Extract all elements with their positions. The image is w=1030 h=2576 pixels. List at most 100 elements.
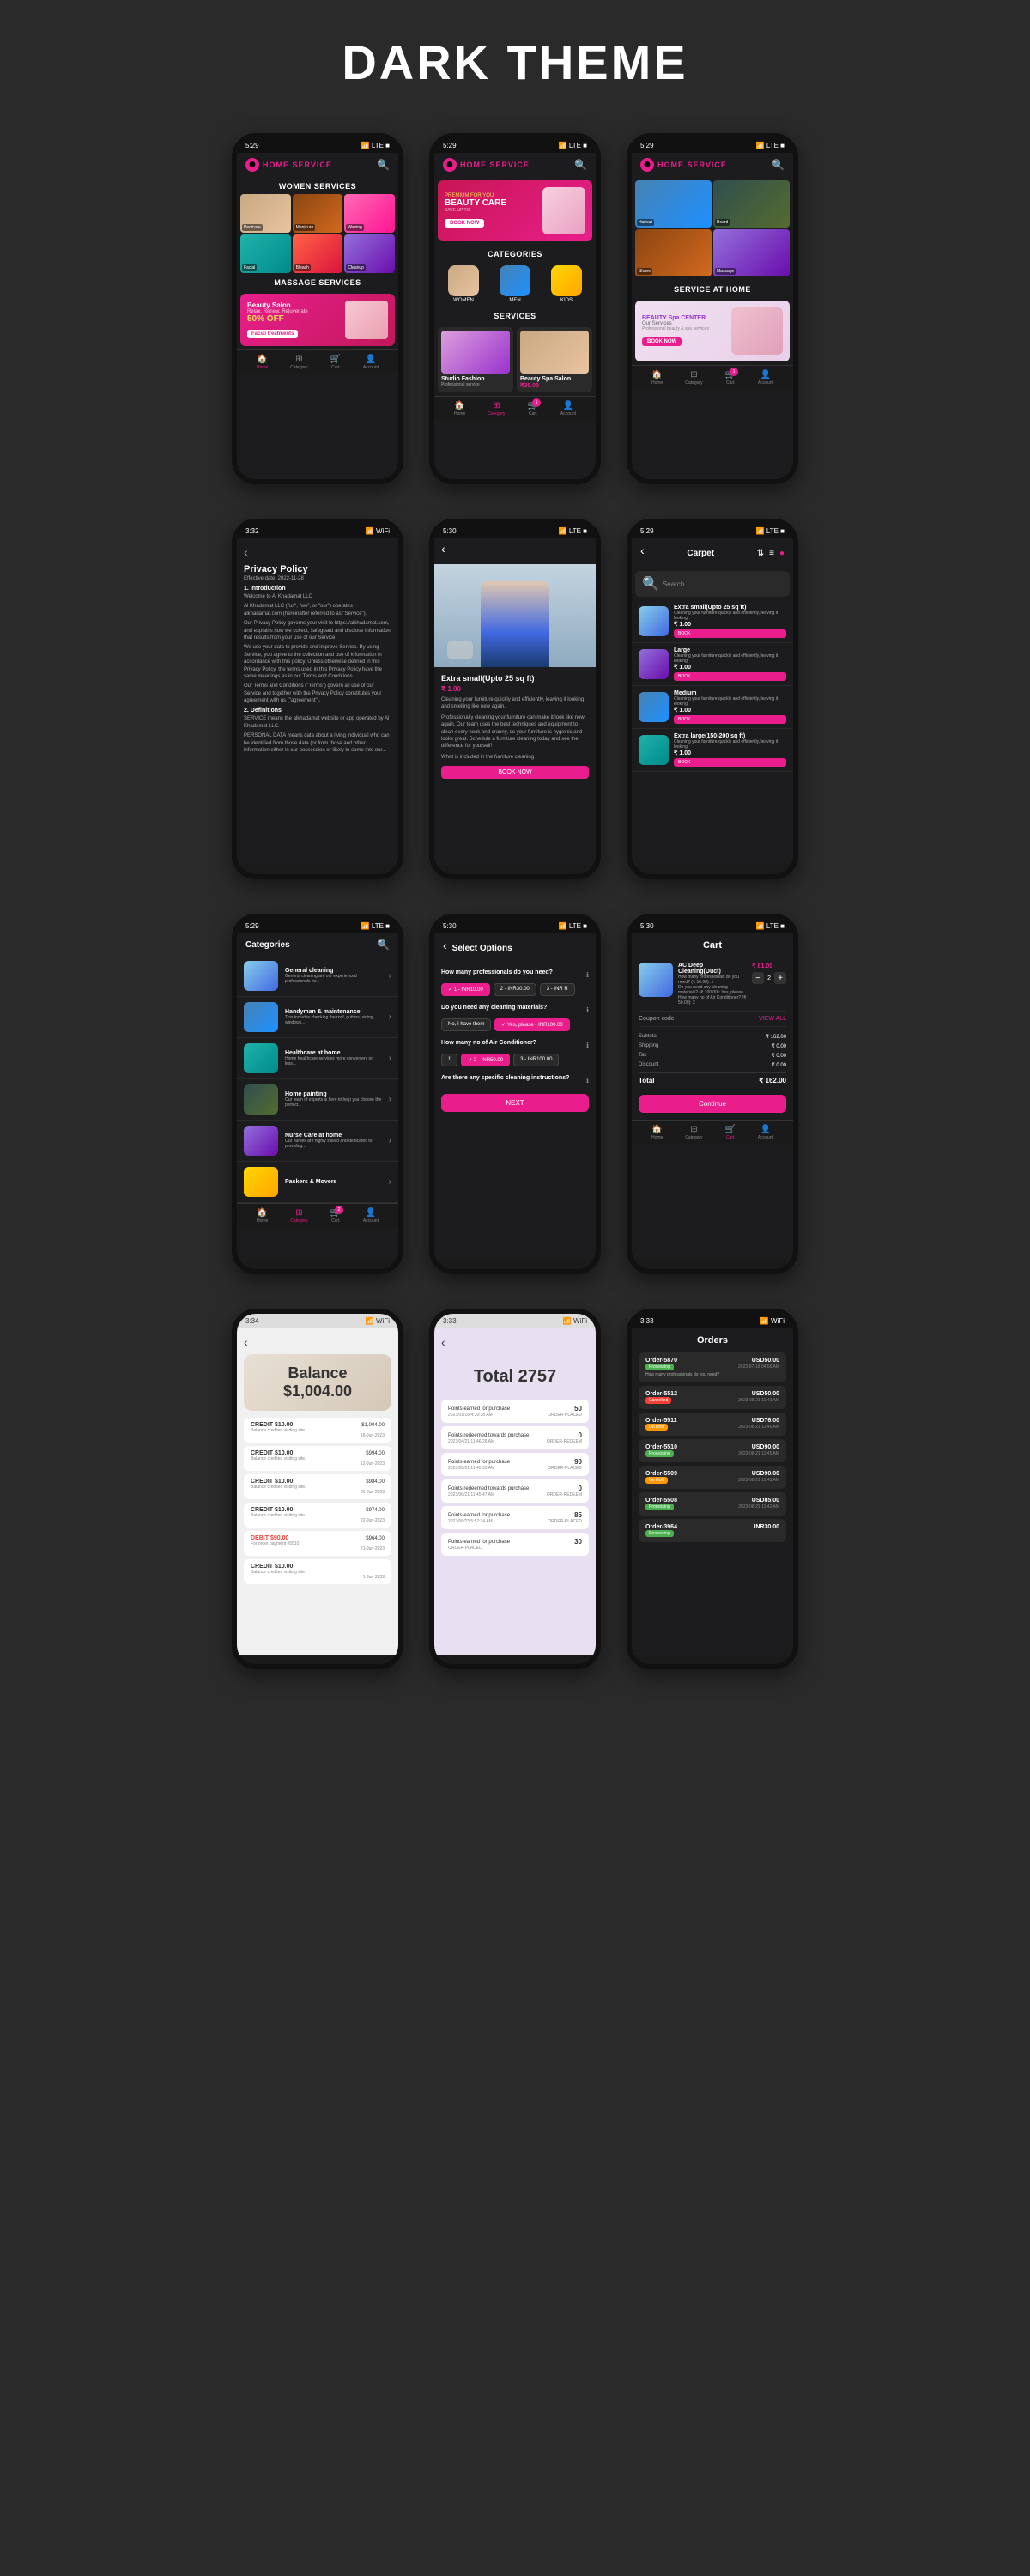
nav-cart[interactable]: 🛒 Cart [330, 355, 341, 370]
nav-category[interactable]: ⊞ Category [685, 1125, 702, 1140]
service-facial[interactable]: Facial [240, 234, 291, 273]
promo-banner[interactable]: Beauty Salon Relax, Renew, Rejuvenate 50… [240, 294, 395, 346]
nav-category[interactable]: ⊞ Category [685, 370, 702, 386]
cat-packers-movers[interactable]: Packers & Movers › [237, 1162, 398, 1203]
qty-plus[interactable]: + [774, 972, 786, 984]
back-button[interactable]: ‹ [244, 545, 391, 559]
book-now-button[interactable]: BOOK NOW [441, 766, 589, 779]
order-5512[interactable]: Order-5512 USD50.00 Cancelled 2023-08-21… [639, 1386, 786, 1409]
qty-minus[interactable]: − [752, 972, 764, 984]
service-waxing[interactable]: Waxing [344, 194, 395, 233]
no-materials-btn[interactable]: No, I have them [441, 1018, 491, 1031]
more-icon[interactable]: ● [779, 549, 785, 558]
cat-healthcare[interactable]: Healthcare at home Home healthcare servi… [237, 1038, 398, 1079]
service-cleanup[interactable]: Cleanup [344, 234, 395, 273]
cat-general-cleaning[interactable]: General cleaning General cleaning are ou… [237, 956, 398, 997]
chip-2-pro[interactable]: 2 - INR30.00 [494, 983, 536, 996]
nav-account[interactable]: 👤 Account [758, 1125, 773, 1140]
service-price-2: ₹35.00 [520, 382, 589, 389]
info-icon[interactable]: ℹ [586, 1042, 589, 1049]
back-button[interactable]: ‹ [441, 1335, 589, 1349]
header-title: Carpet [687, 549, 714, 558]
sort-icon[interactable]: ⇅ [757, 549, 764, 558]
nav-account[interactable]: 👤 Account [758, 370, 773, 386]
nav-home[interactable]: 🏠 Home [651, 370, 663, 386]
nav-category[interactable]: ⊞ Category [488, 401, 505, 416]
view-all-button[interactable]: VIEW ALL [759, 1016, 786, 1022]
cart-title: Cart [639, 940, 786, 951]
search-icon[interactable]: 🔍 [772, 159, 785, 171]
cat-kids[interactable]: KIDS [551, 265, 582, 303]
nav-home[interactable]: 🏠 Home [257, 355, 268, 370]
service-large[interactable]: Large Cleaning your furniture quickly an… [632, 643, 793, 686]
cat-handyman[interactable]: Handyman & maintenance This includes che… [237, 997, 398, 1038]
order-5510[interactable]: Order-5510 USD90.00 Processing 2023-08-2… [639, 1439, 786, 1462]
next-button[interactable]: NEXT [441, 1094, 589, 1112]
continue-button[interactable]: Continue [639, 1095, 786, 1113]
service-bleach[interactable]: Bleach [293, 234, 343, 273]
search-icon[interactable]: 🔍 [574, 159, 587, 171]
order-5509[interactable]: Order-5509 USD90.00 On Hold 2023-08-21 1… [639, 1466, 786, 1489]
cat-men[interactable]: MEN [500, 265, 530, 303]
signal: 📶 LTE ■ [756, 922, 785, 930]
yes-materials-btn[interactable]: Yes, please - INR100.00 [494, 1018, 569, 1031]
back-button[interactable]: ‹ [640, 544, 645, 557]
service-medium[interactable]: Medium Cleaning your furniture quickly a… [632, 686, 793, 729]
nav-account[interactable]: 👤 Account [363, 1208, 379, 1224]
search-bar[interactable]: 🔍 Search [635, 571, 790, 597]
service-manicure[interactable]: Manicure [293, 194, 343, 233]
nav-home[interactable]: 🏠 Home [454, 401, 465, 416]
chip-1-ac[interactable]: 1 [441, 1054, 457, 1066]
beauty-care-banner[interactable]: PREMIUM FOR YOU BEAUTY CARE SAVE UP TO B… [438, 180, 592, 241]
book-button[interactable]: BOOK [674, 715, 786, 724]
order-5511[interactable]: Order-5511 USD76.00 On Hold 2023-08-21 1… [639, 1413, 786, 1436]
info-icon[interactable]: ℹ [586, 971, 589, 979]
points-value: 85 [574, 1511, 582, 1519]
service-extra-large[interactable]: Extra large(150-200 sq ft) Cleaning your… [632, 729, 793, 772]
book-now-btn[interactable]: BOOK NOW [445, 219, 484, 228]
back-button[interactable]: ‹ [244, 1335, 391, 1349]
service-pedicure[interactable]: Pedicure [240, 194, 291, 233]
order-5508[interactable]: Order-5508 USD85.00 Processing 2023-08-2… [639, 1492, 786, 1516]
book-button[interactable]: Facial treatments [247, 330, 298, 338]
search-icon[interactable]: 🔍 [377, 939, 390, 951]
row1-phones: 5:29 📶 LTE ■ ● HOME SERVICE 🔍 WOMEN SERV… [0, 116, 1030, 501]
service-haircut[interactable]: Haircut [635, 180, 712, 228]
nav-account[interactable]: 👤 Account [363, 355, 379, 370]
cat-nurse-care[interactable]: Nurse Care at home Our nurses are highly… [237, 1121, 398, 1162]
cat-women[interactable]: WOMEN [448, 265, 479, 303]
back-button[interactable]: ‹ [441, 542, 589, 556]
nav-home[interactable]: 🏠 Home [651, 1125, 663, 1140]
order-5870[interactable]: Order-5870 USD50.00 Processing 2023-07-1… [639, 1352, 786, 1382]
nav-category[interactable]: ⊞ Category [290, 355, 307, 370]
nav-cart[interactable]: 🛒 2 Cart [330, 1208, 341, 1224]
search-icon[interactable]: 🔍 [377, 159, 390, 171]
service-shave[interactable]: Shave [635, 229, 712, 276]
service-beard[interactable]: Beard [713, 180, 790, 228]
back-button[interactable]: ‹ [443, 939, 447, 952]
cat-home-painting[interactable]: Home painting Our team of experts is her… [237, 1079, 398, 1121]
nav-cart[interactable]: 🛒 1 Cart [725, 370, 736, 386]
nav-account[interactable]: 👤 Account [560, 401, 576, 416]
nav-category[interactable]: ⊞ Category [290, 1208, 307, 1224]
service-card-2[interactable]: Beauty Spa Salon ₹35.00 [517, 327, 592, 392]
book-button[interactable]: BOOK [674, 672, 786, 681]
chip-1-pro[interactable]: 1 - INR10.00 [441, 983, 490, 996]
service-card-1[interactable]: Studio Fashion Professional service [438, 327, 513, 392]
chip-2-ac[interactable]: 2 - INR50.00 [461, 1054, 510, 1066]
book-button[interactable]: BOOK [674, 629, 786, 638]
info-icon[interactable]: ℹ [586, 1077, 589, 1084]
book-now-btn[interactable]: BOOK NOW [642, 337, 682, 346]
service-extra-small[interactable]: Extra small(Upto 25 sq ft) Cleaning your… [632, 600, 793, 643]
chip-3-pro[interactable]: 3 - INR R [540, 983, 575, 996]
beauty-spa-banner[interactable]: BEAUTY Spa CENTER Our Services Professio… [635, 301, 790, 361]
book-button[interactable]: BOOK [674, 758, 786, 767]
nav-cart[interactable]: 🛒 1 Cart [528, 401, 538, 416]
chip-3-ac[interactable]: 3 - INR100.00 [513, 1054, 559, 1066]
filter-icon[interactable]: ≡ [769, 549, 774, 558]
service-massage[interactable]: Massage [713, 229, 790, 276]
nav-cart[interactable]: 🛒 Cart [725, 1125, 736, 1140]
order-3964[interactable]: Order-3964 INR30.00 Processing [639, 1519, 786, 1542]
nav-home[interactable]: 🏠 Home [257, 1208, 268, 1224]
info-icon[interactable]: ℹ [586, 1006, 589, 1014]
